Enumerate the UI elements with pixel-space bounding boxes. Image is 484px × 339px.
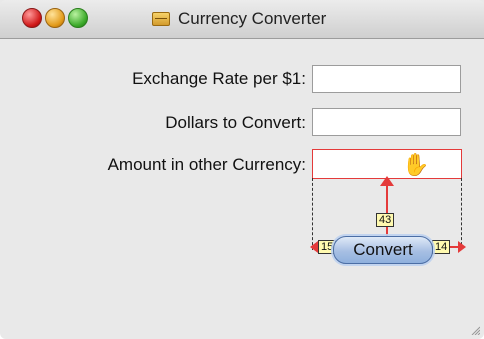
spacing-arrow-right-icon (458, 241, 466, 253)
window-title: Currency Converter (178, 9, 327, 28)
close-icon[interactable] (22, 8, 42, 28)
resize-grip-icon[interactable] (470, 325, 480, 335)
window: Currency Converter Exchange Rate per $1:… (0, 0, 484, 339)
exchange-rate-label: Exchange Rate per $1: (132, 69, 306, 88)
spacing-metric-right: 14 (432, 240, 451, 254)
dollars-to-convert-label: Dollars to Convert: (165, 113, 306, 132)
titlebar: Currency Converter (0, 0, 484, 39)
spacing-metric-top: 43 (376, 213, 395, 227)
spacing-arrow-left-icon (310, 241, 318, 253)
amount-other-currency-field[interactable] (312, 149, 462, 179)
document-icon (152, 12, 170, 26)
exchange-rate-field[interactable] (312, 65, 461, 93)
maximize-icon[interactable] (68, 8, 88, 28)
convert-button[interactable]: Convert (333, 236, 433, 264)
hand-cursor-icon: ✋ (402, 152, 430, 177)
dollars-to-convert-field[interactable] (312, 108, 461, 136)
amount-other-currency-label: Amount in other Currency: (107, 155, 306, 174)
spacing-line-vertical (386, 180, 388, 236)
minimize-icon[interactable] (45, 8, 65, 28)
